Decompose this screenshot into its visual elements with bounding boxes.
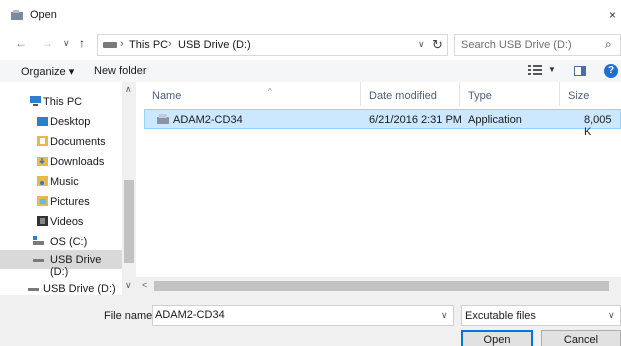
sort-ascending-icon: ^ [268,87,272,96]
nav-item-label: Documents [50,136,106,148]
column-size-label: Size [568,90,590,102]
nav-scrollbar[interactable]: ∧ ∨ [122,82,136,295]
documents-folder-icon [37,136,48,146]
scroll-thumb[interactable] [124,180,134,263]
file-list-scrollbar[interactable]: < [136,277,621,295]
back-icon[interactable]: ← [15,36,27,50]
file-name-input[interactable]: ADAM2-CD34 ∨ [152,305,454,326]
nav-item-music[interactable]: Music [0,172,122,191]
nav-item-label: Music [50,176,79,188]
refresh-icon[interactable]: ↻ [432,37,443,53]
nav-item-documents[interactable]: Documents [0,132,122,151]
file-size: 8,005 K [584,114,612,138]
column-name-label: Name [152,90,182,102]
column-date-label: Date modified [369,90,437,102]
nav-item-usb-drive-root[interactable]: USB Drive (D:) [0,279,122,295]
nav-item-os-drive[interactable]: OS (C:) [0,232,122,251]
computer-icon [30,96,41,106]
file-type-filter[interactable]: Excutable files ∨ [461,305,621,326]
scroll-down-icon[interactable]: ∨ [125,280,132,291]
usb-drive-icon [33,259,44,262]
column-header-name[interactable]: Name ^ [152,87,364,107]
column-divider[interactable] [360,82,361,106]
close-icon[interactable]: × [609,8,616,22]
file-list: Name ^ Date modified Type Size ADAM2-CD3… [136,82,621,277]
nav-item-label: This PC [43,96,83,108]
search-input[interactable]: Search USB Drive (D:) ⌕ [454,34,621,56]
address-dropdown-icon[interactable]: ∨ [418,39,425,50]
pictures-folder-icon [37,196,48,206]
nav-item-usb-drive[interactable]: USB Drive (D:) [0,250,122,278]
chevron-down-icon[interactable]: ∨ [441,310,448,321]
help-icon[interactable]: ? [604,64,618,78]
column-divider[interactable] [459,82,460,106]
drive-icon [103,42,117,48]
address-row: ← → ∨ ↑ › This PC › USB Drive (D:) ∨ ↻ S… [0,30,621,60]
nav-item-videos[interactable]: Videos [0,212,122,231]
scroll-thumb[interactable] [154,281,609,291]
scroll-left-icon[interactable]: < [142,280,147,290]
search-placeholder: Search USB Drive (D:) [461,39,572,51]
breadcrumb-usb-drive[interactable]: USB Drive (D:) [178,39,251,51]
command-bar: Organize ▾ New folder ▼ ? [0,60,621,82]
file-type: Application [468,114,522,126]
breadcrumb-separator-icon[interactable]: › [168,38,172,50]
nav-item-desktop[interactable]: Desktop [0,112,122,131]
navigation-pane: This PC Desktop Documents Downloads Musi… [0,82,136,295]
column-divider[interactable] [559,82,560,106]
dialog-footer: File name: ADAM2-CD34 ∨ Excutable files … [0,295,621,346]
up-icon[interactable]: ↑ [79,36,85,50]
nav-item-label: Videos [50,216,84,228]
preview-pane-icon[interactable] [574,66,586,76]
nav-item-label: OS (C:) [50,236,88,248]
column-header-type[interactable]: Type [468,87,563,107]
forward-icon[interactable]: → [41,36,53,50]
open-button[interactable]: Open [461,330,533,346]
nav-item-label: Downloads [50,156,105,168]
chevron-down-icon[interactable]: ∨ [608,310,615,321]
view-dropdown-icon[interactable]: ▼ [548,65,556,74]
address-bar[interactable]: › This PC › USB Drive (D:) ∨ ↻ [97,34,448,56]
organize-button[interactable]: Organize ▾ [21,65,74,78]
nav-item-label: USB Drive (D:) [43,283,116,295]
column-header-size[interactable]: Size [568,87,621,107]
breadcrumb-this-pc[interactable]: This PC [129,39,168,51]
application-icon [157,114,169,124]
open-dialog-icon [11,10,23,20]
search-icon[interactable]: ⌕ [605,37,612,52]
file-name-value: ADAM2-CD34 [155,309,225,321]
usb-drive-icon [28,288,39,291]
nav-item-label: USB Drive (D:) [50,254,102,278]
column-header-date[interactable]: Date modified [369,87,464,107]
file-date: 6/21/2016 2:31 PM [369,114,462,126]
cancel-button[interactable]: Cancel [541,330,621,346]
desktop-folder-icon [37,117,48,126]
nav-item-this-pc[interactable]: This PC [0,92,122,111]
file-name-label: File name: [104,310,156,322]
window-title: Open [30,9,57,21]
downloads-folder-icon [37,157,48,166]
file-type-filter-value: Excutable files [465,310,536,322]
nav-item-label: Desktop [50,116,91,128]
videos-folder-icon [37,216,48,226]
nav-item-label: Pictures [50,196,90,208]
recent-locations-icon[interactable]: ∨ [63,38,70,49]
music-folder-icon [37,176,48,186]
new-folder-button[interactable]: New folder [94,65,147,77]
nav-item-downloads[interactable]: Downloads [0,152,122,171]
os-drive-icon [33,236,44,245]
nav-item-pictures[interactable]: Pictures [0,192,122,211]
title-bar: Open × [0,0,621,30]
column-type-label: Type [468,90,492,102]
file-name: ADAM2-CD34 [173,114,243,126]
breadcrumb-separator-icon[interactable]: › [120,38,124,50]
file-row[interactable]: ADAM2-CD34 6/21/2016 2:31 PM Application… [144,109,621,138]
view-options-icon[interactable] [528,65,542,76]
scroll-up-icon[interactable]: ∧ [125,84,132,95]
